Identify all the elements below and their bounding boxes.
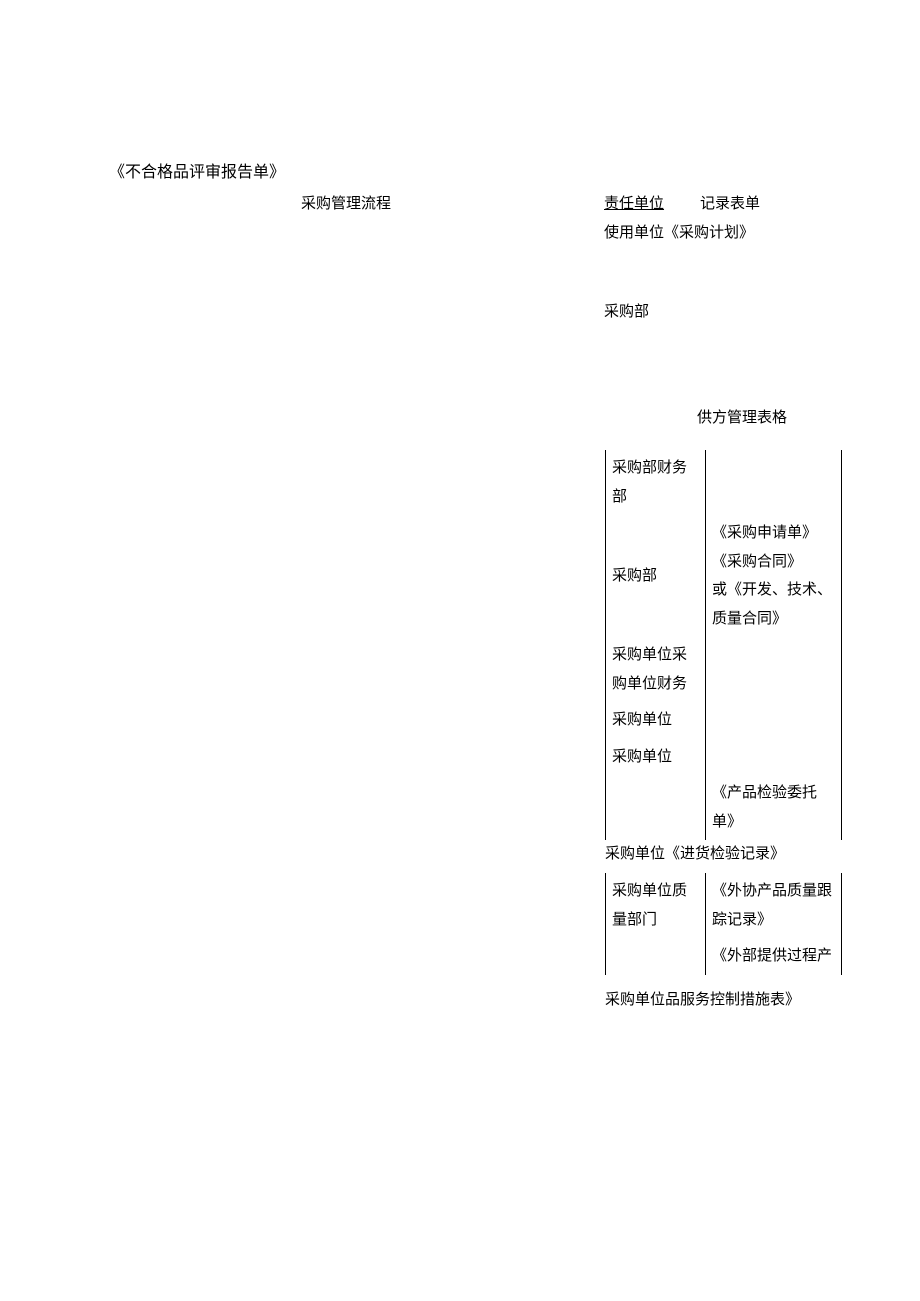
table-row: 《产品检验委托单》: [606, 775, 842, 840]
cell-right: 《产品检验委托单》: [706, 775, 842, 840]
flow-title: 采购管理流程: [301, 192, 391, 216]
table-row: 采购部 《采购申请单》 《采购合同》 或《开发、技术、质量合同》: [606, 515, 842, 637]
purchasing-unit-record: 采购单位《进货检验记录》: [605, 842, 785, 866]
table-row: 采购部财务部: [606, 450, 842, 515]
cell-right: 《外部提供过程产: [706, 938, 842, 975]
table-row: 采购单位采购单位财务: [606, 637, 842, 702]
responsibility-label: 责任单位: [604, 196, 664, 212]
table-row: 采购单位: [606, 702, 842, 739]
footer-text: 采购单位品服务控制措施表》: [605, 988, 800, 1012]
cell-left: 采购单位: [606, 739, 706, 776]
purchasing-dept: 采购部: [604, 300, 649, 324]
header-right: 责任单位 记录表单: [604, 192, 760, 216]
cell-right: 《采购申请单》 《采购合同》 或《开发、技术、质量合同》: [706, 515, 842, 637]
cell-left: 采购单位采购单位财务: [606, 637, 706, 702]
cell-right: [706, 702, 842, 739]
table-row: 采购单位质量部门 《外协产品质量跟踪记录》: [606, 873, 842, 938]
document-title: 《不合格品评审报告单》: [109, 160, 285, 186]
cell-left: [606, 938, 706, 975]
table-row: 采购单位: [606, 739, 842, 776]
table-row: 《外部提供过程产: [606, 938, 842, 975]
table-responsibility-records-1: 采购部财务部 采购部 《采购申请单》 《采购合同》 或《开发、技术、质量合同》 …: [605, 450, 842, 840]
cell-left: 采购部财务部: [606, 450, 706, 515]
cell-left: [606, 775, 706, 840]
cell-right: [706, 637, 842, 702]
supplier-table-title: 供方管理表格: [697, 406, 787, 430]
usage-unit: 使用单位《采购计划》: [604, 221, 754, 245]
cell-left: 采购单位: [606, 702, 706, 739]
cell-left: 采购部: [606, 515, 706, 637]
cell-right: 《外协产品质量跟踪记录》: [706, 873, 842, 938]
record-form-label: 记录表单: [700, 196, 760, 212]
cell-left: 采购单位质量部门: [606, 873, 706, 938]
cell-right: [706, 450, 842, 515]
cell-right: [706, 739, 842, 776]
table-responsibility-records-2: 采购单位质量部门 《外协产品质量跟踪记录》 《外部提供过程产: [605, 873, 842, 975]
